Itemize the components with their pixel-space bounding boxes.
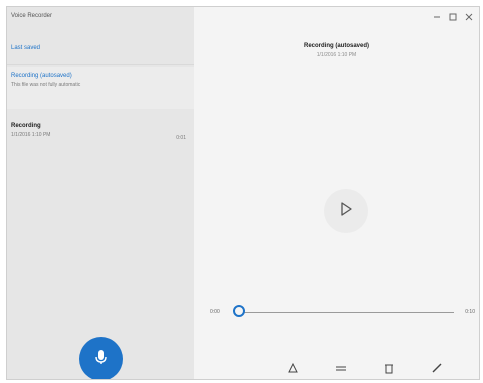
recording-date-header: 1/1/2016 1:10 PM <box>316 52 357 58</box>
recording-subtitle: This file was not fully automatic <box>11 82 81 88</box>
microphone-icon <box>94 349 108 370</box>
window-controls <box>429 9 477 25</box>
trim-icon[interactable] <box>334 361 348 375</box>
total-time: 0:10 <box>465 309 475 315</box>
recording-list-item-autosaved[interactable]: Recording (autosaved) This file was not … <box>7 67 194 109</box>
sidebar-header: Last saved <box>7 31 194 65</box>
elapsed-time: 0:00 <box>210 309 220 315</box>
recording-detail-pane: Recording (autosaved) 1/1/2016 1:10 PM 0… <box>194 7 479 379</box>
app-window: Voice Recorder Last saved Recording (aut… <box>6 6 480 380</box>
play-icon <box>339 201 353 222</box>
recording-title: Recording <box>11 123 41 129</box>
play-button[interactable] <box>324 189 368 233</box>
playback-slider[interactable] <box>238 312 454 313</box>
bottom-toolbar <box>194 355 479 379</box>
recording-duration: 0:01 <box>176 135 186 141</box>
close-button[interactable] <box>461 9 477 25</box>
last-saved-link[interactable]: Last saved <box>11 45 40 51</box>
delete-icon[interactable] <box>382 361 396 375</box>
recordings-sidebar: Voice Recorder Last saved Recording (aut… <box>7 7 194 379</box>
recording-title: Recording (autosaved) <box>11 73 72 79</box>
maximize-button[interactable] <box>445 9 461 25</box>
recording-title-header[interactable]: Recording (autosaved) <box>194 43 479 49</box>
record-button[interactable] <box>79 337 123 379</box>
app-title: Voice Recorder <box>11 13 53 19</box>
minimize-button[interactable] <box>429 9 445 25</box>
title-bar: Voice Recorder <box>7 7 194 31</box>
recording-date: 1/1/2016 1:10 PM <box>11 132 51 138</box>
playback-slider-thumb[interactable] <box>233 305 245 317</box>
edit-icon[interactable] <box>430 361 444 375</box>
share-icon[interactable] <box>286 361 300 375</box>
recording-list-item[interactable]: Recording 1/1/2016 1:10 PM 0:01 <box>7 117 194 151</box>
